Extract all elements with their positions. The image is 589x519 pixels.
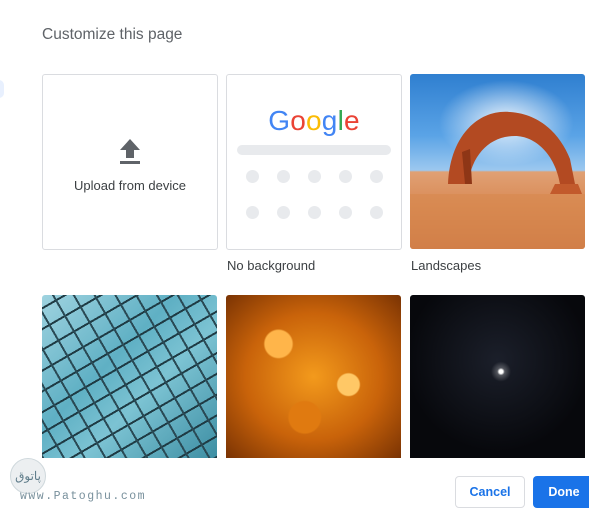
shortcut-placeholder bbox=[370, 206, 383, 219]
shortcut-placeholder bbox=[308, 170, 321, 183]
shortcut-placeholder bbox=[277, 206, 290, 219]
textures-collection-tile[interactable] bbox=[226, 295, 401, 458]
cancel-button[interactable]: Cancel bbox=[455, 476, 525, 508]
logo-letter: e bbox=[343, 105, 360, 136]
watermark-url: www.Patoghu.com bbox=[20, 490, 147, 503]
upload-icon bbox=[120, 139, 140, 164]
architecture-collection-tile[interactable] bbox=[42, 295, 217, 458]
shortcut-placeholder bbox=[246, 170, 259, 183]
logo-letter: o bbox=[306, 105, 322, 136]
shortcut-placeholder bbox=[308, 206, 321, 219]
search-bar-placeholder bbox=[237, 145, 391, 155]
logo-letter: o bbox=[290, 105, 306, 136]
shortcut-placeholder bbox=[370, 170, 383, 183]
shortcut-placeholder bbox=[339, 206, 352, 219]
landscapes-caption: Landscapes bbox=[411, 258, 482, 273]
landscapes-collection-tile[interactable] bbox=[410, 74, 585, 249]
logo-letter: G bbox=[268, 105, 291, 136]
no-background-caption: No background bbox=[227, 258, 316, 273]
shortcut-placeholder bbox=[246, 206, 259, 219]
space-collection-tile[interactable] bbox=[410, 295, 585, 458]
logo-letter: g bbox=[321, 105, 338, 136]
upload-content: Upload from device bbox=[43, 137, 217, 195]
upload-from-device-tile[interactable]: Upload from device bbox=[42, 74, 218, 250]
no-background-tile[interactable]: Google bbox=[226, 74, 402, 250]
google-logo: Google bbox=[227, 105, 401, 137]
arch-image bbox=[410, 111, 585, 249]
upload-label: Upload from device bbox=[74, 178, 186, 193]
dialog-title: Customize this page bbox=[42, 26, 183, 43]
watermark-logo: پاتوق bbox=[10, 458, 46, 494]
scroll-indicator bbox=[0, 80, 4, 98]
shortcut-placeholder bbox=[339, 170, 352, 183]
shortcut-placeholder bbox=[277, 170, 290, 183]
done-button[interactable]: Done bbox=[533, 476, 589, 508]
